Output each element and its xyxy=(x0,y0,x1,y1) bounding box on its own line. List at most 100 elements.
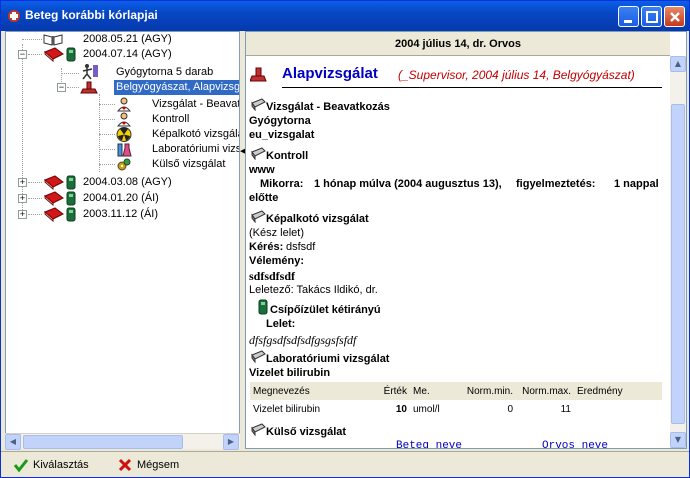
gears-icon xyxy=(117,158,131,171)
printer-icon xyxy=(251,147,266,160)
kepalkoto-leletezo: Leletező: Takács Ildikó, dr. xyxy=(249,284,378,296)
window-title: Beteg korábbi kórlapjai xyxy=(25,8,158,22)
cancel-button[interactable]: Mégsem xyxy=(117,455,187,475)
col-eredmeny: Eredmény xyxy=(574,382,662,400)
stamp-icon xyxy=(250,67,267,82)
flask-icon xyxy=(117,143,132,157)
kepalkoto-keres-value: dsfsdf xyxy=(286,241,316,253)
kepalkoto-status: (Kész lelet) xyxy=(249,227,305,239)
close-icon xyxy=(670,12,680,22)
tree-item-kepalkoto[interactable]: Képalkotó vizsgálat xyxy=(6,127,239,142)
select-button[interactable]: Kiválasztás xyxy=(13,455,93,475)
tree-item-2003-11-12[interactable]: + 2003.11.12 (ÁI) xyxy=(6,207,239,222)
scroll-right-button[interactable]: ▶ xyxy=(223,434,239,450)
doctor-icon xyxy=(116,112,132,127)
tree-horizontal-scrollbar[interactable]: ◀ ▶ xyxy=(5,433,240,450)
collapse-toggle[interactable]: − xyxy=(57,83,66,92)
section-kontroll-title: Kontroll xyxy=(266,150,309,162)
printer-icon xyxy=(251,98,266,111)
app-icon xyxy=(8,10,20,22)
tree-item-kontroll[interactable]: Kontroll xyxy=(6,112,239,127)
collapse-toggle[interactable]: − xyxy=(18,50,27,59)
record-tree[interactable]: 2008.05.21 (AGY) − 2004.07.14 (AGY) Gyóg… xyxy=(5,31,240,449)
section-vizsgalat-title: Vizsgálat - Beavatkozás xyxy=(266,101,390,113)
x-icon xyxy=(118,458,132,472)
title-bar[interactable]: Beteg korábbi kórlapjai xyxy=(1,1,689,31)
document-body: Alapvizsgálat (_Supervisor, 2004 július … xyxy=(246,56,670,448)
labor-subtitle: Vizelet bilirubin xyxy=(249,367,331,379)
record-document: 2004 július 14, dr. Orvos Alapvizsgálat … xyxy=(245,31,687,449)
red-book-icon xyxy=(44,191,76,206)
tree-item-kulso[interactable]: Külső vizsgálat xyxy=(6,157,239,172)
kepalkoto-keres-label: Kérés: xyxy=(249,241,284,253)
tree-item-gyogytorna[interactable]: Gyógytorna 5 darab xyxy=(6,64,239,80)
checkmark-icon xyxy=(13,459,29,473)
tree-item-vizsgalat[interactable]: Vizsgálat - Beavatk xyxy=(6,97,239,112)
col-megnevezes: Megnevezés xyxy=(250,382,370,400)
kepalkoto-velemeny-label: Vélemény: xyxy=(249,255,305,267)
document-header: 2004 július 14, dr. Orvos xyxy=(246,32,670,56)
red-book-icon xyxy=(44,207,76,222)
tree-item-belgyogyaszat[interactable]: − Belgyógyászat, Alapvizsg xyxy=(6,80,239,95)
open-book-icon xyxy=(43,34,63,46)
csipo-lelet-label: Lelet: xyxy=(266,318,296,330)
table-header-row: Megnevezés Érték Me. Norm.min. Norm.max.… xyxy=(250,382,662,400)
kontroll-figy-label: figyelmeztetés: xyxy=(516,178,596,190)
printer-icon xyxy=(251,350,266,363)
kulso-beteg-neve: Beteg neve xyxy=(396,440,463,448)
scroll-up-button[interactable]: ▲ xyxy=(670,56,686,72)
section-kepalkoto-title: Képalkotó vizsgálat xyxy=(266,213,369,225)
printer-icon xyxy=(251,210,266,223)
close-button[interactable] xyxy=(664,6,685,27)
tree-item-2004-03-08[interactable]: + 2004.03.08 (AGY) xyxy=(6,175,239,190)
scroll-thumb[interactable] xyxy=(23,435,183,449)
expand-toggle[interactable]: + xyxy=(18,178,27,187)
expand-toggle[interactable]: + xyxy=(18,210,27,219)
title-underline xyxy=(282,87,662,88)
tree-item-2004-07-14[interactable]: − 2004.07.14 (AGY) xyxy=(6,47,239,62)
doctor-icon xyxy=(116,97,132,112)
kulso-orvos-neve: Orvos neve xyxy=(542,440,609,448)
kontroll-elotte: előtte xyxy=(249,192,279,204)
radiation-icon xyxy=(116,127,132,142)
red-book-icon xyxy=(44,175,76,190)
expand-toggle[interactable]: + xyxy=(18,194,27,203)
table-row: Vizelet bilirubin 10 umol/l 0 11 xyxy=(253,403,571,415)
button-bar: Kiválasztás Mégsem xyxy=(1,451,689,477)
maximize-button[interactable] xyxy=(641,6,662,27)
col-ertek: Érték xyxy=(370,382,410,400)
vizsgalat-line1: Gyógytorna xyxy=(249,115,311,127)
main-window: Beteg korábbi kórlapjai 2008.05.21 (AGY)… xyxy=(0,0,690,478)
document-subtitle: (_Supervisor, 2004 július 14, Belgyógyás… xyxy=(398,68,635,82)
exercise-icon xyxy=(82,64,98,80)
section-labor-title: Laboratóriumi vizsgálat xyxy=(266,353,390,365)
minimize-button[interactable] xyxy=(618,6,639,27)
scroll-thumb[interactable] xyxy=(671,104,685,424)
kontroll-mikorra-label: Mikorra: xyxy=(260,178,304,190)
section-csipo-title: Csípőízület kétirányú xyxy=(270,304,381,316)
tree-item-laboratoriumi[interactable]: Laboratóriumi vizs xyxy=(6,142,239,157)
maximize-icon xyxy=(646,11,658,23)
scroll-down-button[interactable]: ▼ xyxy=(670,432,686,448)
document-title: Alapvizsgálat xyxy=(282,65,378,82)
document-vertical-scrollbar[interactable]: ▲ ▼ xyxy=(670,56,686,448)
csipo-lelet-value: dfsfgsdfsdfsdfgsgsfsfdf xyxy=(249,333,357,347)
printer-icon xyxy=(251,423,266,436)
red-book-icon xyxy=(44,47,76,62)
kontroll-figy-value: 1 nappal xyxy=(614,178,659,190)
scroll-left-button[interactable]: ◀ xyxy=(5,434,21,450)
section-kulso-title: Külső vizsgálat xyxy=(266,426,347,438)
kontroll-line1: www xyxy=(249,164,275,176)
phone-icon xyxy=(258,299,268,315)
kepalkoto-velemeny-value: sdfsdfsdf xyxy=(249,269,296,283)
col-me: Me. xyxy=(410,382,454,400)
lab-results-table: Megnevezés Érték Me. Norm.min. Norm.max.… xyxy=(250,382,662,418)
minimize-icon xyxy=(624,20,632,23)
stamp-icon xyxy=(80,81,98,94)
kontroll-mikorra-value: 1 hónap múlva (2004 augusztus 13), xyxy=(314,178,502,190)
vizsgalat-line2: eu_vizsgalat xyxy=(249,129,315,141)
col-norm-min: Norm.min. xyxy=(454,382,516,400)
col-norm-max: Norm.max. xyxy=(516,382,574,400)
tree-item-2004-01-20[interactable]: + 2004.01.20 (ÁI) xyxy=(6,191,239,206)
tree-item-2008-05-21[interactable]: 2008.05.21 (AGY) xyxy=(6,32,239,47)
